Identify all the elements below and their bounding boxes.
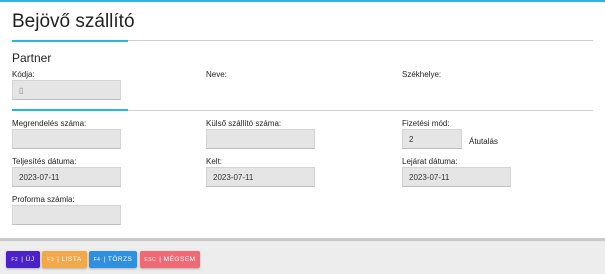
cancel-button-key: ESC xyxy=(144,256,157,263)
partner-section-title: Partner xyxy=(12,51,52,65)
completion-date-label: Teljesítés dátuma: xyxy=(12,157,77,166)
due-date-label: Lejárat dátuma: xyxy=(402,157,458,166)
master-data-button-key: F4 xyxy=(93,256,101,263)
new-button[interactable]: F2 | ÚJ xyxy=(6,251,40,268)
partner-name-label: Neve: xyxy=(206,70,227,79)
text-cursor-icon: ▯ xyxy=(19,86,24,95)
new-button-key: F2 xyxy=(11,256,19,263)
payment-method-label: Fizetési mód: xyxy=(402,119,450,128)
proforma-field[interactable] xyxy=(12,205,121,225)
due-date-field[interactable]: 2023-07-11 xyxy=(402,167,511,187)
list-button-label: | LISTA xyxy=(57,256,82,263)
new-button-label: | ÚJ xyxy=(21,256,35,263)
partner-code-field[interactable]: ▯ xyxy=(12,80,121,100)
payment-method-field[interactable]: 2 xyxy=(402,129,462,149)
completion-date-field[interactable]: 2023-07-11 xyxy=(12,167,121,187)
partner-code-label: Kódja: xyxy=(12,70,35,79)
partner-section-divider-accent xyxy=(12,109,128,111)
proforma-label: Proforma számla: xyxy=(12,195,75,204)
order-number-field[interactable] xyxy=(12,129,121,149)
payment-method-name: Átutalás xyxy=(469,137,498,146)
page-title: Bejövő szállító xyxy=(12,11,135,32)
external-number-field[interactable] xyxy=(206,129,315,149)
partner-seat-label: Székhelye: xyxy=(402,70,442,79)
cancel-button[interactable]: ESC | MÉGSEM xyxy=(140,251,200,268)
list-button-key: F3 xyxy=(47,256,55,263)
list-button[interactable]: F3 | LISTA xyxy=(42,251,87,268)
master-data-button-label: | TÖRZS xyxy=(103,256,133,263)
external-number-label: Külső szállító száma: xyxy=(206,119,282,128)
issue-date-field[interactable]: 2023-07-11 xyxy=(206,167,315,187)
cancel-button-label: | MÉGSEM xyxy=(159,256,196,263)
top-accent-line xyxy=(0,0,605,2)
title-divider-accent xyxy=(12,40,128,42)
issue-date-label: Kelt: xyxy=(206,157,223,166)
order-number-label: Megrendelés száma: xyxy=(12,119,87,128)
master-data-button[interactable]: F4 | TÖRZS xyxy=(89,251,137,268)
